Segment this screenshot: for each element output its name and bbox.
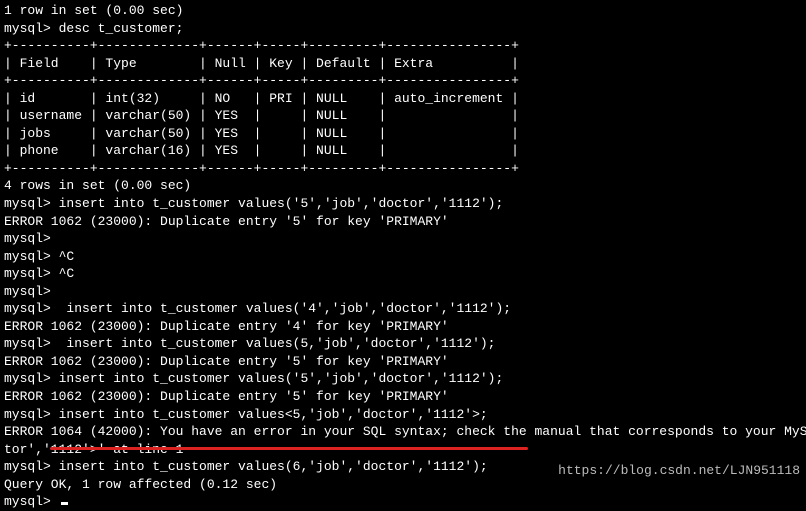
table-row: | jobs | varchar(50) | YES | | NULL | | <box>4 125 802 143</box>
terminal-line: 4 rows in set (0.00 sec) <box>4 177 802 195</box>
error-line: ERROR 1062 (23000): Duplicate entry '5' … <box>4 213 802 231</box>
terminal-line: mysql> <box>4 283 802 301</box>
terminal-line: mysql> insert into t_customer values('5'… <box>4 370 802 388</box>
prompt-text: mysql> <box>4 494 59 509</box>
watermark-text: https://blog.csdn.net/LJN951118 <box>558 462 800 480</box>
error-line: ERROR 1064 (42000): You have an error in… <box>4 423 802 441</box>
table-row: | username | varchar(50) | YES | | NULL … <box>4 107 802 125</box>
table-border: +----------+-------------+------+-----+-… <box>4 37 802 55</box>
terminal-line: 1 row in set (0.00 sec) <box>4 2 802 20</box>
error-line: ERROR 1062 (23000): Duplicate entry '5' … <box>4 388 802 406</box>
terminal-line: mysql> ^C <box>4 248 802 266</box>
terminal-line: mysql> insert into t_customer values('4'… <box>4 300 802 318</box>
table-header: | Field | Type | Null | Key | Default | … <box>4 55 802 73</box>
annotation-underline <box>50 447 528 450</box>
terminal-line: mysql> <box>4 230 802 248</box>
terminal-line: mysql> insert into t_customer values(5,'… <box>4 335 802 353</box>
table-border: +----------+-------------+------+-----+-… <box>4 72 802 90</box>
terminal-line: mysql> insert into t_customer values<5,'… <box>4 406 802 424</box>
prompt-line[interactable]: mysql> <box>4 493 802 511</box>
error-line: ERROR 1062 (23000): Duplicate entry '4' … <box>4 318 802 336</box>
table-row: | id | int(32) | NO | PRI | NULL | auto_… <box>4 90 802 108</box>
terminal-line: mysql> desc t_customer; <box>4 20 802 38</box>
table-border: +----------+-------------+------+-----+-… <box>4 160 802 178</box>
cursor-icon <box>61 502 68 505</box>
terminal-line: mysql> insert into t_customer values('5'… <box>4 195 802 213</box>
terminal-line: mysql> ^C <box>4 265 802 283</box>
error-line: ERROR 1062 (23000): Duplicate entry '5' … <box>4 353 802 371</box>
table-row: | phone | varchar(16) | YES | | NULL | | <box>4 142 802 160</box>
